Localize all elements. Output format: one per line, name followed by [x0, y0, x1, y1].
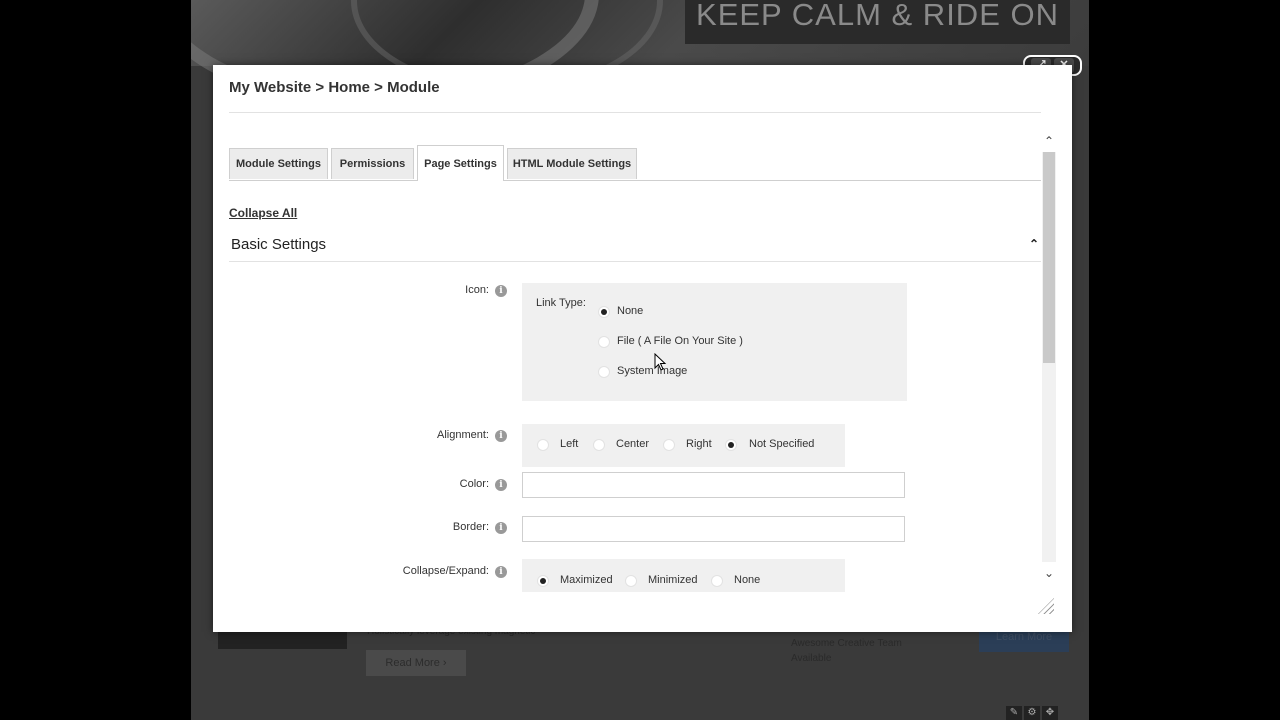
gear-icon: ⚙ — [1024, 706, 1040, 720]
collapse-minimized-label: Minimized — [648, 574, 698, 586]
icon-link-type-panel: Link Type: None File ( A File On Your Si… — [522, 283, 907, 401]
background-toolbar: ✎ ⚙ ✥ — [1006, 706, 1058, 720]
collapse-expand-panel: Maximized Minimized None — [522, 559, 845, 592]
radio-alignment-left[interactable] — [537, 439, 549, 451]
edit-icon: ✎ — [1006, 706, 1022, 720]
tab-permissions[interactable]: Permissions — [331, 148, 414, 179]
background-right-text: Awesome Creative Team Available — [791, 638, 902, 664]
link-type-label: Link Type: — [536, 297, 586, 309]
move-icon: ✥ — [1042, 706, 1058, 720]
scroll-down-arrow-icon[interactable]: ⌄ — [1042, 566, 1056, 580]
link-type-system-image-label: System Image — [617, 365, 688, 377]
link-type-file-label: File ( A File On Your Site ) — [617, 335, 743, 347]
background-read-more-button: Read More › — [366, 650, 466, 676]
icon-label: Icon: — [465, 284, 489, 296]
alignment-label: Alignment: — [437, 429, 489, 441]
alignment-center-label: Center — [616, 438, 650, 450]
tab-module-settings[interactable]: Module Settings — [229, 148, 328, 179]
radio-link-type-system-image[interactable] — [598, 366, 610, 378]
read-more-label: Read More — [385, 657, 440, 669]
alignment-right-label: Right — [686, 438, 712, 450]
resize-handle-icon[interactable] — [1038, 598, 1054, 614]
collapse-maximized-label: Maximized — [560, 574, 613, 586]
radio-link-type-file[interactable] — [598, 336, 610, 348]
border-label: Border: — [452, 521, 489, 533]
title-divider — [229, 112, 1041, 113]
mouse-cursor-icon — [654, 353, 667, 371]
tab-html-module-settings[interactable]: HTML Module Settings — [507, 148, 637, 179]
info-icon[interactable]: i — [495, 566, 507, 578]
color-field[interactable] — [522, 472, 905, 498]
radio-alignment-not-specified[interactable] — [725, 439, 737, 451]
collapse-none-label: None — [734, 574, 761, 586]
collapse-expand-label: Collapse/Expand: — [402, 565, 489, 577]
radio-collapse-maximized[interactable] — [537, 575, 549, 587]
radio-alignment-right[interactable] — [663, 439, 675, 451]
radio-collapse-none[interactable] — [711, 575, 723, 587]
link-type-none-label: None — [617, 305, 644, 317]
chevron-up-icon[interactable]: ⌃ — [1029, 237, 1039, 251]
scroll-up-arrow-icon[interactable]: ⌃ — [1042, 134, 1056, 148]
collapse-all-link[interactable]: Collapse All — [229, 206, 297, 220]
alignment-panel: Left Center Right Not Specified — [522, 424, 845, 467]
info-icon[interactable]: i — [495, 430, 507, 442]
section-divider — [229, 261, 1041, 262]
tab-bar: Module Settings Permissions Page Setting… — [229, 145, 1041, 181]
radio-alignment-center[interactable] — [593, 439, 605, 451]
radio-collapse-minimized[interactable] — [625, 575, 637, 587]
hero-banner-text: KEEP CALM & RIDE ON — [685, 0, 1070, 44]
tab-page-settings[interactable]: Page Settings — [417, 145, 504, 181]
module-settings-modal: My Website > Home > Module Module Settin… — [213, 65, 1072, 632]
scrollbar-thumb[interactable] — [1043, 152, 1055, 363]
info-icon[interactable]: i — [495, 285, 507, 297]
border-field[interactable] — [522, 516, 905, 542]
breadcrumb: My Website > Home > Module — [229, 79, 440, 96]
alignment-left-label: Left — [560, 438, 579, 450]
section-title-basic-settings: Basic Settings — [231, 236, 327, 253]
radio-link-type-none[interactable] — [598, 306, 610, 318]
scrollbar-track[interactable] — [1042, 152, 1056, 562]
alignment-not-specified-label: Not Specified — [749, 438, 815, 450]
info-icon[interactable]: i — [495, 479, 507, 491]
color-label: Color: — [459, 478, 489, 490]
info-icon[interactable]: i — [495, 522, 507, 534]
